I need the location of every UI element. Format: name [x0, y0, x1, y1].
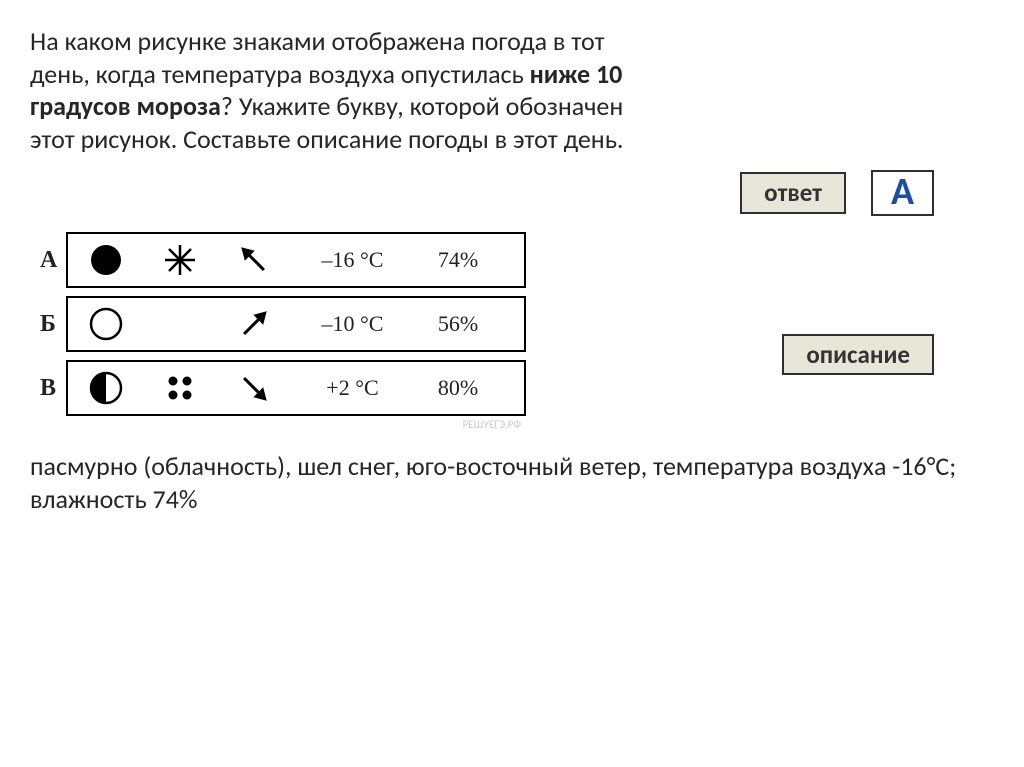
row-label: Б [40, 309, 66, 339]
temperature: –16 °C [305, 246, 400, 274]
weather-row-c: В [40, 360, 526, 416]
weather-row-a: А –16 °C 74% [40, 232, 526, 288]
weather-table: А –16 °C 74% [30, 224, 526, 432]
watermark: РЕШУЕГЭ.РФ [40, 418, 526, 432]
cloud-empty-icon [83, 306, 129, 342]
weather-row-b: Б –10 °C 56% [40, 296, 526, 352]
answer-label: ответ [740, 172, 846, 213]
answer-letter: А [871, 170, 934, 216]
cloud-full-icon [83, 242, 129, 278]
row-label: А [40, 245, 66, 275]
temperature: +2 °C [305, 374, 400, 402]
q-l2b: ниже 10 [530, 58, 623, 90]
arrow-nw-icon [231, 240, 277, 280]
humidity: 80% [428, 374, 488, 402]
snow-icon [157, 242, 203, 278]
humidity: 56% [428, 310, 488, 338]
description-label: описание [782, 334, 934, 375]
q-l3a: градусов мороза [30, 90, 221, 122]
q-l4: этот рисунок. Составьте описание погоды … [30, 123, 623, 155]
question-text: На каком рисунке знаками отображена пого… [30, 25, 994, 155]
q-l1: На каком рисунке знаками отображена пого… [30, 25, 605, 57]
answer-row: ответ А [30, 170, 994, 216]
rain-dots-icon [157, 370, 203, 406]
humidity: 74% [428, 246, 488, 274]
arrow-se-icon [231, 368, 277, 408]
q-l2a: день, когда температура воздуха опустила… [30, 58, 530, 90]
description-text: пасмурно (облачность), шел снег, юго-вос… [30, 450, 994, 518]
cloud-half-icon [83, 370, 129, 406]
temperature: –10 °C [305, 310, 400, 338]
arrow-ne-icon [231, 304, 277, 344]
row-label: В [40, 373, 66, 403]
q-l3b: ? Укажите букву, которой обозначен [221, 90, 623, 122]
